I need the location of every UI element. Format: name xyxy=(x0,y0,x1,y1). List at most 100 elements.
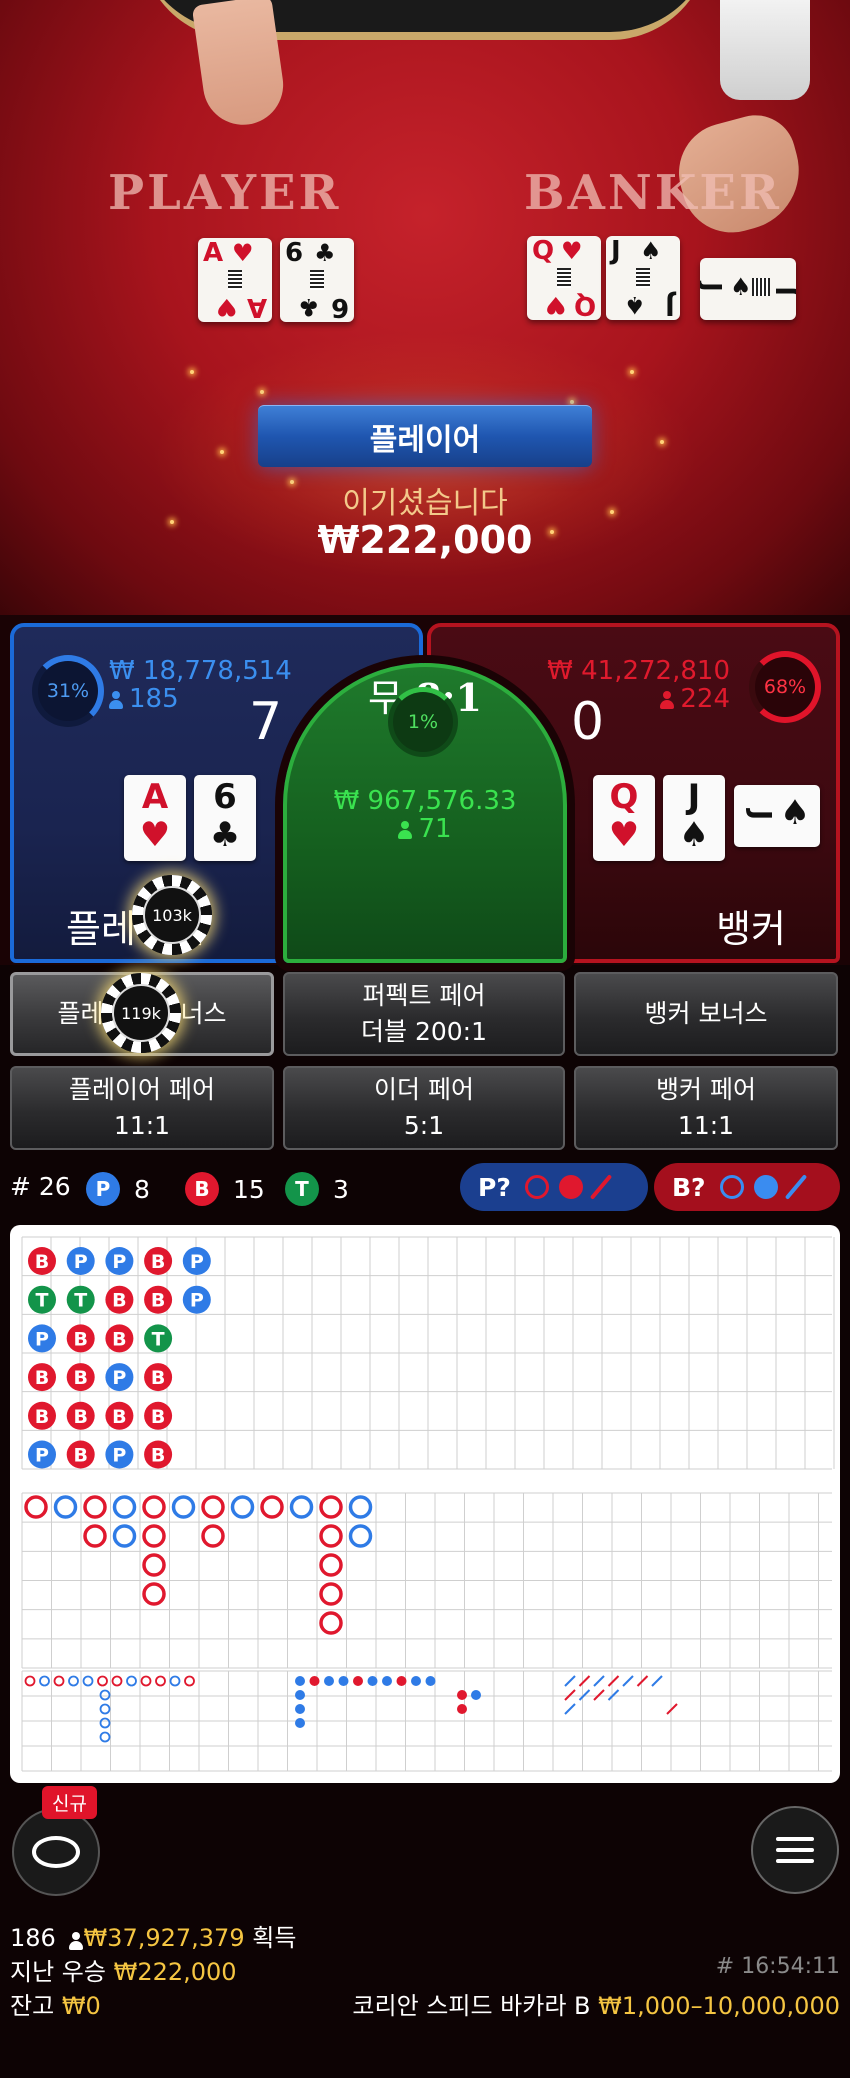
derived-road-marker xyxy=(382,1676,392,1686)
derived-road-marker xyxy=(82,1675,94,1687)
table-info-line: 코리안 스피드 바카라 B ₩1,000–10,000,000 xyxy=(352,1986,840,2021)
big-road-marker xyxy=(83,1524,107,1548)
card-rank: J xyxy=(772,286,796,296)
banker-percent-ring: 68% xyxy=(749,651,821,723)
table-player-card-1: A ♥ ♥ A xyxy=(198,238,272,322)
banker-dot-icon: B xyxy=(185,1172,219,1206)
big-road-marker xyxy=(348,1524,373,1548)
round-time: # 16:54:11 xyxy=(715,1954,840,1979)
red-slash-icon xyxy=(589,1174,613,1200)
player-pair-button[interactable]: 플레이어 페어 11:1 xyxy=(10,1066,274,1150)
banker-bonus-button[interactable]: 뱅커 보너스 xyxy=(574,972,838,1056)
card-suit: ♥ xyxy=(139,815,171,855)
derived-road-marker xyxy=(651,1675,663,1687)
derived-road-marker xyxy=(309,1676,320,1686)
derived-road-marker xyxy=(295,1676,305,1686)
table-limits: ₩1,000–10,000,000 xyxy=(598,1992,840,2020)
round-number: # 26 xyxy=(10,1172,71,1201)
card-rank: 6 xyxy=(213,777,237,817)
balance-label: 잔고 xyxy=(10,1992,55,2020)
card-suit: ♣ xyxy=(314,239,336,267)
banker-win-count-value: 15 xyxy=(233,1174,265,1204)
bead-marker-label: P xyxy=(112,1445,126,1467)
derived-road-marker xyxy=(338,1676,349,1686)
derived-road-marker xyxy=(396,1676,407,1686)
either-pair-label: 이더 페어 xyxy=(374,1075,474,1104)
banker-card-3: J ♠ xyxy=(734,785,820,847)
player-percent-ring: 31% xyxy=(32,655,104,727)
card-barcode xyxy=(752,278,770,296)
either-pair-button[interactable]: 이더 페어 5:1 xyxy=(283,1066,565,1150)
derived-road-marker xyxy=(636,1675,649,1687)
tie-bettor-count: 71 xyxy=(287,815,563,843)
banker-predict-button[interactable]: B? xyxy=(654,1163,840,1211)
big-road-marker xyxy=(348,1495,373,1519)
chat-button[interactable] xyxy=(12,1808,100,1896)
player-bonus-chip: 119k xyxy=(101,973,181,1053)
table-banker-label: BANKER xyxy=(524,165,782,221)
card-barcode xyxy=(310,270,324,290)
player-pair-label: 플레이어 페어 xyxy=(69,1075,215,1104)
derived-road-marker xyxy=(666,1703,678,1715)
derived-road-marker xyxy=(564,1675,576,1687)
bead-marker-label: T xyxy=(74,1290,87,1312)
winner-banner: 플레이어 xyxy=(258,405,592,467)
card-rank: 6 xyxy=(330,292,349,322)
derived-road-marker xyxy=(607,1689,620,1701)
derived-road-marker xyxy=(140,1675,152,1687)
bead-marker-label: B xyxy=(73,1367,87,1389)
blue-ring-icon xyxy=(719,1175,744,1199)
bead-marker-label: T xyxy=(152,1328,165,1350)
card-suit: ♠ xyxy=(624,291,646,319)
player-score: 7 xyxy=(249,692,283,752)
last-win-line: 지난 우승 ₩222,000 xyxy=(10,1952,237,1987)
bead-marker-label: B xyxy=(112,1406,126,1428)
derived-road-marker xyxy=(53,1675,65,1687)
derived-road-marker xyxy=(24,1675,36,1687)
player-predict-button[interactable]: P? xyxy=(460,1163,648,1211)
card-barcode xyxy=(228,270,242,290)
big-road-marker xyxy=(319,1524,343,1548)
card-rank: J xyxy=(687,777,701,817)
live-video-area: PLAYER BANKER A ♥ ♥ A 6 ♣ ♣ 6 Q ♥ ♥ Q J … xyxy=(0,0,850,615)
table-name: 코리안 스피드 바카라 B xyxy=(352,1992,591,2020)
menu-button[interactable] xyxy=(751,1806,839,1894)
derived-road-marker xyxy=(111,1675,123,1687)
derived-road-marker xyxy=(295,1704,305,1714)
tie-bet-spot[interactable]: 1% ₩ 967,576.33 71 무 8:1 xyxy=(283,663,567,963)
banker-count-value: 224 xyxy=(680,684,730,714)
banker-bonus-label: 뱅커 보너스 xyxy=(644,999,768,1028)
perfect-pair-button[interactable]: 퍼펙트 페어 더블 200:1 xyxy=(283,972,565,1056)
player-bettor-count: 185 xyxy=(109,685,179,713)
card-rank: A xyxy=(141,777,169,817)
bead-marker-label: T xyxy=(36,1290,49,1312)
shoe-stats-row: # 26 P 8 B 15 T 3 P? B? xyxy=(0,1160,850,1216)
card-suit: ♥ xyxy=(608,815,640,855)
big-road-marker xyxy=(201,1524,225,1548)
banker-pair-button[interactable]: 뱅커 페어 11:1 xyxy=(574,1066,838,1150)
player-dot-icon: P xyxy=(86,1172,120,1206)
banker-card-1: Q ♥ xyxy=(593,775,655,861)
big-road-marker xyxy=(289,1495,314,1519)
table-banker-card-3: J ♠ J xyxy=(700,258,796,320)
bead-marker-label: B xyxy=(151,1367,165,1389)
card-rank: J xyxy=(700,282,726,292)
derived-road-marker xyxy=(593,1689,605,1701)
card-rank: J xyxy=(665,290,675,320)
roadmap-scoreboard[interactable]: BTPBBPPTBBBBPBBPBPBBTBBBPP xyxy=(10,1225,840,1783)
big-road-marker xyxy=(53,1495,78,1519)
derived-road-marker xyxy=(578,1689,591,1701)
derived-road-marker xyxy=(578,1675,591,1687)
derived-road-marker xyxy=(564,1689,576,1701)
banker-total-bet: ₩ 41,272,810 xyxy=(547,656,730,686)
balance-amount: ₩0 xyxy=(61,1992,101,2020)
bead-marker-label: P xyxy=(74,1251,88,1273)
bead-marker-label: B xyxy=(151,1251,165,1273)
big-road-marker xyxy=(112,1524,137,1548)
card-suit: ♠ xyxy=(730,273,752,301)
table-player-card-2: 6 ♣ ♣ 6 xyxy=(280,238,354,322)
derived-road-marker xyxy=(425,1676,436,1686)
card-barcode xyxy=(636,268,650,288)
derived-road-marker xyxy=(68,1675,79,1687)
bead-marker-label: B xyxy=(35,1367,49,1389)
